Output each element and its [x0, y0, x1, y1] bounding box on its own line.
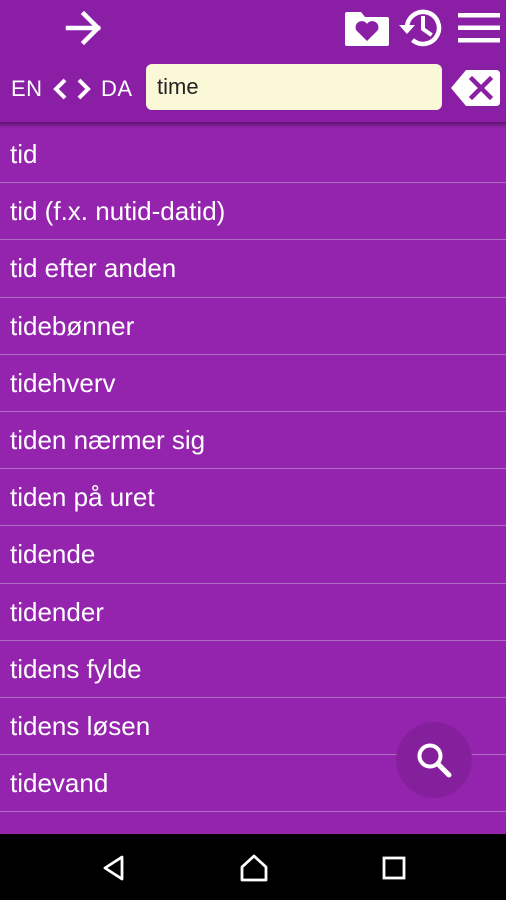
list-item[interactable]: tidende	[0, 526, 506, 584]
history-icon[interactable]	[398, 6, 446, 50]
list-item[interactable]: tidebønner	[0, 298, 506, 355]
recents-square-icon[interactable]	[382, 856, 406, 880]
list-item[interactable]: tiden nærmer sig	[0, 412, 506, 470]
arrow-right-icon[interactable]	[64, 10, 104, 46]
target-language-label[interactable]: DA	[101, 74, 133, 104]
chevron-right-icon[interactable]	[75, 77, 93, 101]
search-input[interactable]	[146, 64, 442, 110]
list-item[interactable]: tidens fylde	[0, 641, 506, 698]
app-toolbar: EN DA	[0, 0, 506, 122]
chevron-left-icon[interactable]	[51, 77, 69, 101]
home-icon[interactable]	[238, 852, 270, 884]
list-item[interactable]: tid efter anden	[0, 240, 506, 298]
heart-folder-icon[interactable]	[344, 10, 390, 48]
results-list: tid tid (f.x. nutid-datid) tid efter and…	[0, 126, 506, 813]
search-icon	[417, 743, 452, 778]
list-item[interactable]: tidender	[0, 584, 506, 641]
list-item[interactable]: tid (f.x. nutid-datid)	[0, 183, 506, 241]
back-triangle-icon[interactable]	[100, 854, 128, 882]
hamburger-menu-icon[interactable]	[458, 12, 500, 44]
backspace-clear-icon[interactable]	[450, 68, 502, 108]
list-item[interactable]: tiden på uret	[0, 469, 506, 527]
list-item[interactable]: tid	[0, 126, 506, 184]
source-language-label[interactable]: EN	[11, 74, 43, 104]
search-fab-button[interactable]	[396, 722, 472, 798]
list-item[interactable]: tidehverv	[0, 355, 506, 412]
system-navigation-bar	[0, 834, 506, 900]
